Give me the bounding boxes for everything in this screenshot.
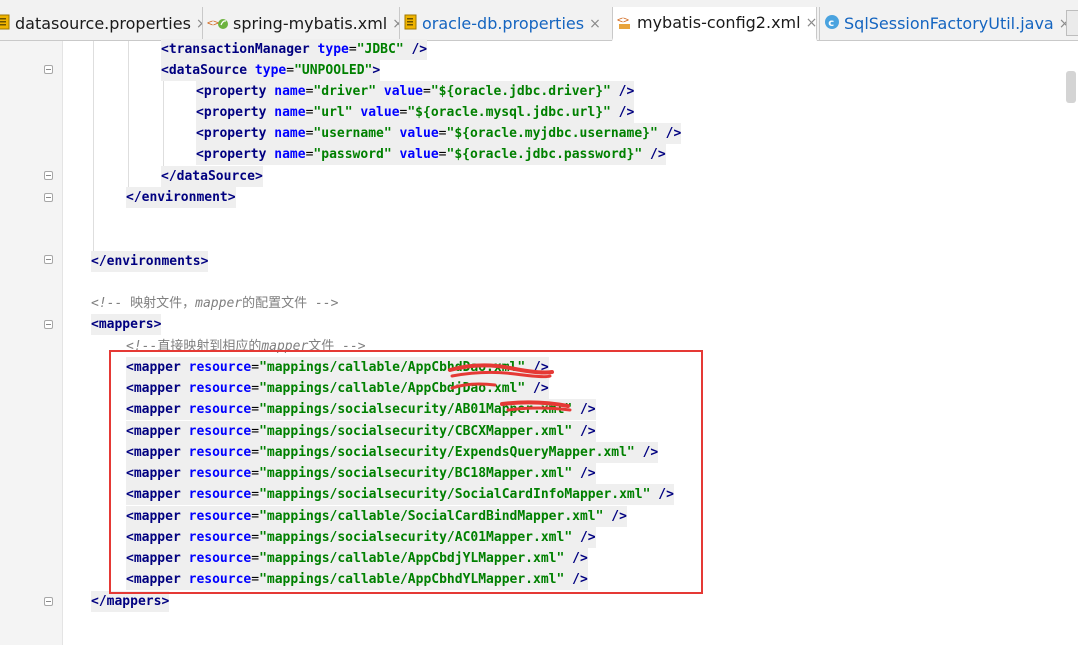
- tab-oracle-db-properties[interactable]: oracle-db.properties ×: [399, 7, 610, 40]
- code-area[interactable]: <transactionManager type="JDBC" /> <data…: [68, 39, 1064, 645]
- code-line: <mappers>: [91, 314, 162, 335]
- mapper-line: <mapper resource="mappings/socialsecurit…: [126, 527, 596, 548]
- tab-label: mybatis-config2.xml: [637, 13, 801, 32]
- properties-file-icon: [404, 14, 418, 34]
- fold-marker[interactable]: [44, 193, 53, 202]
- mapper-line: <mapper resource="mappings/callable/AppC…: [126, 569, 588, 590]
- mapper-line: <mapper resource="mappings/callable/AppC…: [126, 548, 588, 569]
- tab-datasource-properties[interactable]: datasource.properties ×: [0, 7, 202, 40]
- mapper-line: <mapper resource="mappings/socialsecurit…: [126, 421, 596, 442]
- svg-text:c: c: [828, 18, 834, 29]
- code-line: <transactionManager type="JDBC" />: [161, 39, 428, 60]
- tab-overflow-control[interactable]: [1066, 10, 1078, 36]
- code-comment: <!-- 映射文件，mapper的配置文件 -->: [91, 296, 339, 311]
- tab-label: SqlSessionFactoryUtil.java: [844, 14, 1054, 33]
- mapper-line: <mapper resource="mappings/socialsecurit…: [126, 484, 674, 505]
- spring-xml-icon: <>: [207, 13, 229, 35]
- tab-label: oracle-db.properties: [422, 14, 585, 33]
- editor-gutter: [0, 41, 63, 645]
- code-line: <dataSource type="UNPOOLED">: [161, 60, 381, 81]
- code-line: </mappers>: [91, 591, 170, 612]
- svg-text:<>: <>: [207, 18, 219, 29]
- mapper-line: <mapper resource="mappings/callable/AppC…: [126, 378, 549, 399]
- code-editor[interactable]: <transactionManager type="JDBC" /> <data…: [0, 39, 1078, 645]
- tab-mybatis-config2-xml[interactable]: <> mybatis-config2.xml ×: [612, 7, 817, 41]
- fold-marker[interactable]: [44, 171, 53, 180]
- code-line: </environment>: [126, 187, 236, 208]
- code-line: </environments>: [91, 251, 209, 272]
- vertical-scrollbar[interactable]: [1066, 71, 1076, 103]
- properties-file-icon: [0, 14, 11, 34]
- code-line: <property name="driver" value="${oracle.…: [196, 81, 635, 102]
- fold-marker[interactable]: [44, 255, 53, 264]
- mapper-line: <mapper resource="mappings/callable/AppC…: [126, 357, 549, 378]
- code-comment: <!--直接映射到相应的mapper文件 -->: [126, 339, 366, 354]
- tab-label: spring-mybatis.xml: [233, 14, 388, 33]
- fold-marker[interactable]: [44, 597, 53, 606]
- code-line: <property name="password" value="${oracl…: [196, 144, 666, 165]
- java-class-icon: c: [824, 14, 840, 34]
- code-line: </dataSource>: [161, 166, 263, 187]
- code-line: <property name="url" value="${oracle.mys…: [196, 102, 635, 123]
- tab-sqlsessionfactoryutil-java[interactable]: c SqlSessionFactoryUtil.java ×: [819, 7, 1066, 40]
- mapper-line: <mapper resource="mappings/callable/Soci…: [126, 506, 627, 527]
- tab-spring-mybatis-xml[interactable]: <> spring-mybatis.xml ×: [202, 7, 399, 40]
- fold-marker[interactable]: [44, 320, 53, 329]
- fold-marker[interactable]: [44, 65, 53, 74]
- editor-tab-bar: datasource.properties × <> spring-mybati…: [0, 0, 1078, 41]
- close-icon[interactable]: ×: [392, 16, 399, 32]
- mapper-line: <mapper resource="mappings/socialsecurit…: [126, 399, 596, 420]
- mapper-line: <mapper resource="mappings/socialsecurit…: [126, 442, 659, 463]
- close-icon[interactable]: ×: [589, 16, 601, 32]
- close-icon[interactable]: ×: [806, 15, 816, 31]
- code-line: <property name="username" value="${oracl…: [196, 123, 682, 144]
- mapper-line: <mapper resource="mappings/socialsecurit…: [126, 463, 596, 484]
- xml-file-icon: <>: [617, 12, 633, 34]
- close-icon[interactable]: ×: [1059, 16, 1066, 32]
- tab-label: datasource.properties: [15, 14, 191, 33]
